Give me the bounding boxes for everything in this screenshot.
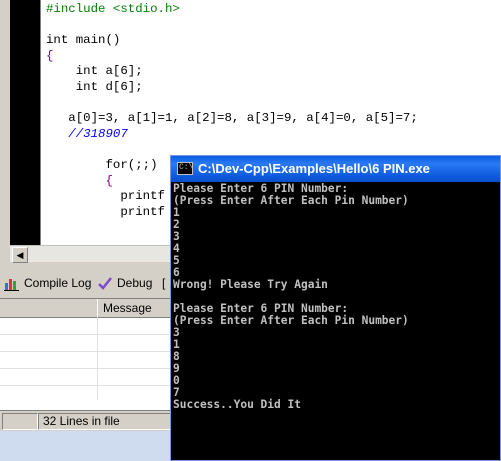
code-line: for(;;) (46, 157, 158, 172)
scroll-left-icon[interactable]: ◀ (12, 247, 28, 263)
grid-row (0, 385, 170, 386)
grid-header: Message (0, 299, 170, 318)
tab-debug[interactable]: Debug (97, 272, 152, 294)
console-line: Success..You Did It (173, 398, 301, 411)
code-line: printf (46, 204, 165, 219)
code-line: int d[6]; (46, 79, 143, 94)
status-bar: 32 Lines in file (0, 410, 172, 431)
line-count-status: 32 Lines in file (38, 413, 172, 430)
console-window[interactable]: C:\ C:\Dev-Cpp\Examples\Hello\6 PIN.exe … (170, 155, 501, 461)
console-output: Please Enter 6 PIN Number: (Press Enter … (173, 183, 409, 411)
grid-row (0, 351, 170, 352)
code-line: int main() (46, 33, 121, 48)
console-line: (Press Enter After Each Pin Number) (173, 314, 409, 327)
message-column-header[interactable]: Message (97, 299, 152, 317)
editor-horizontal-scrollbar[interactable]: ◀ (10, 245, 170, 263)
console-app-icon: C:\ (177, 162, 193, 175)
bar-chart-icon (4, 279, 19, 291)
tab-label: [ (162, 276, 166, 290)
code-line: a[0]=3, a[1]=1, a[2]=8, a[3]=9, a[4]=0, … (46, 111, 418, 126)
code-line: #include <stdio.h> (46, 2, 180, 16)
status-cell (2, 413, 38, 430)
editor-gutter (10, 0, 40, 245)
console-titlebar[interactable]: C:\ C:\Dev-Cpp\Examples\Hello\6 PIN.exe (171, 156, 500, 182)
bottom-tab-bar: Compile Log Debug [ (0, 268, 170, 296)
tab-compile-log[interactable]: Compile Log (4, 272, 91, 294)
code-line: //318907 (46, 126, 128, 141)
grid-divider (97, 317, 98, 401)
tab-label: Compile Log (24, 276, 92, 290)
lower-panel (0, 400, 170, 410)
console-title: C:\Dev-Cpp\Examples\Hello\6 PIN.exe (198, 161, 430, 176)
tab-label: Debug (117, 276, 153, 290)
console-line: Wrong! Please Try Again (173, 278, 328, 291)
code-line: printf (46, 189, 165, 204)
compiler-message-grid[interactable]: Message (0, 298, 170, 401)
code-line: { (46, 48, 54, 63)
checkmark-icon (98, 277, 112, 290)
taskbar-area (0, 431, 170, 461)
code-line: int a[6]; (46, 64, 143, 79)
tab-partial[interactable]: [ (162, 272, 165, 294)
grid-row (0, 334, 170, 335)
grid-row (0, 368, 170, 369)
code-line: { (46, 173, 113, 188)
console-line: (Press Enter After Each Pin Number) (173, 194, 409, 207)
